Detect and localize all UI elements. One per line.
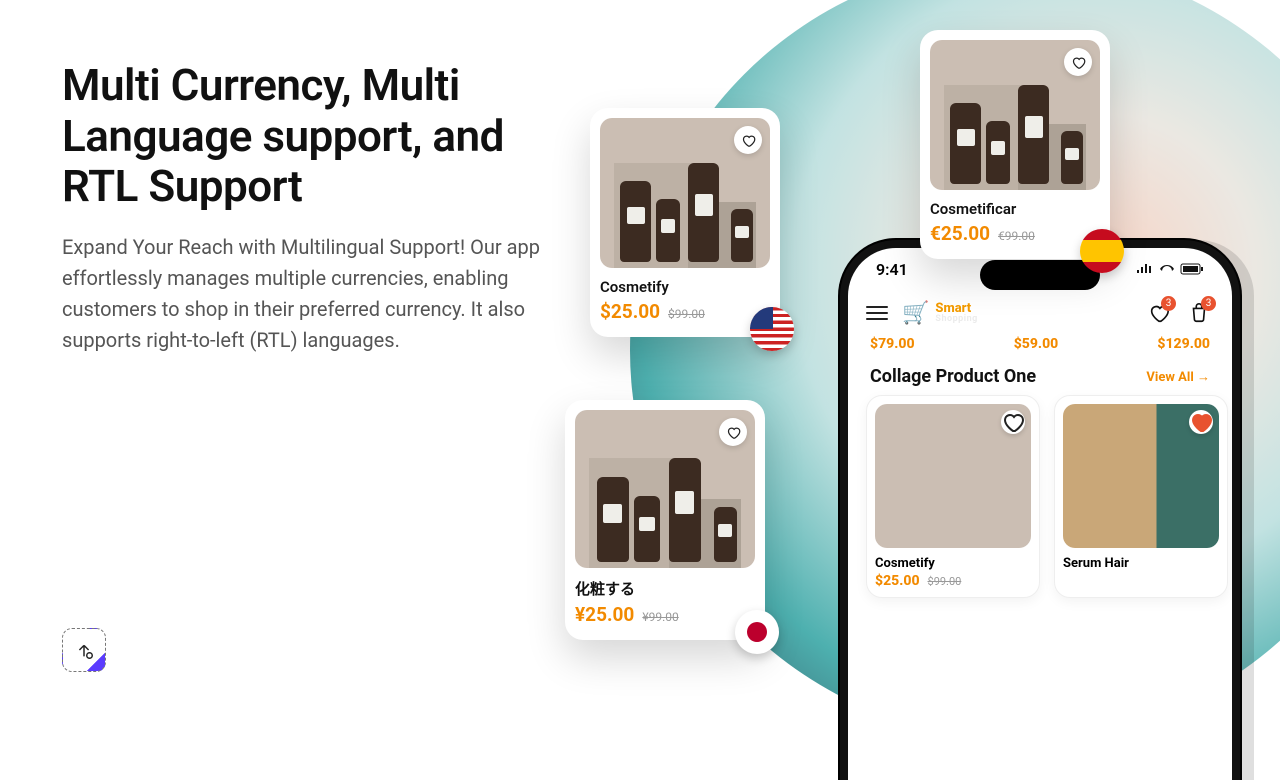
product-price: €25.00 [930, 222, 990, 245]
dynamic-island [980, 260, 1100, 290]
section-header: Collage Product One View All → [848, 352, 1232, 395]
wishlist-button[interactable]: 3 [1144, 298, 1174, 328]
product-carousel[interactable]: Cosmetify $25.00 $99.00 Serum Hair [848, 395, 1232, 598]
ticker-price: $59.00 [1014, 336, 1059, 352]
wishlist-icon[interactable] [719, 418, 747, 446]
wishlist-icon[interactable] [734, 126, 762, 154]
product-title: Cosmetify [875, 556, 1031, 571]
product-oldprice: ¥99.00 [642, 610, 678, 624]
app-logo-icon [62, 628, 106, 672]
wishlist-badge: 3 [1161, 296, 1176, 311]
wishlist-icon[interactable] [1001, 410, 1025, 434]
view-all-link[interactable]: View All → [1146, 369, 1210, 385]
status-time: 9:41 [876, 260, 908, 279]
product-card[interactable]: Cosmetify $25.00 $99.00 [866, 395, 1040, 598]
status-icons [1136, 260, 1204, 279]
flag-es-icon [1080, 229, 1124, 273]
app-header: 🛒 Smart Shopping 3 3 [848, 290, 1232, 332]
price-ticker-row: $79.00 $59.00 $129.00 [848, 332, 1232, 352]
brand-logo[interactable]: 🛒 Smart Shopping [902, 301, 978, 326]
product-card-jp[interactable]: 化粧する ¥25.00 ¥99.00 [565, 400, 765, 640]
cart-badge: 3 [1201, 296, 1216, 311]
wishlist-icon[interactable] [1064, 48, 1092, 76]
product-card-us[interactable]: Cosmetify $25.00 $99.00 [590, 108, 780, 337]
phone-mockup: 9:41 🛒 Smart Shopping 3 3 $79.00 $59.00 … [840, 240, 1240, 780]
product-price: $25.00 [875, 573, 920, 589]
product-oldprice: €99.00 [998, 229, 1035, 243]
hero-text-block: Multi Currency, Multi Language support, … [62, 60, 552, 356]
product-title: 化粧する [575, 578, 755, 599]
ticker-price: $129.00 [1157, 336, 1210, 352]
product-title: Cosmetify [600, 278, 770, 296]
ticker-price: $79.00 [870, 336, 915, 352]
flag-us-icon [750, 307, 794, 351]
product-card[interactable]: Serum Hair [1054, 395, 1228, 598]
product-card-es[interactable]: Cosmetificar €25.00 €99.00 [920, 30, 1110, 259]
product-image [875, 404, 1031, 548]
product-image [575, 410, 755, 568]
product-image [1063, 404, 1219, 548]
brand-line2: Shopping [935, 315, 977, 324]
product-title: Serum Hair [1063, 556, 1219, 571]
menu-button[interactable] [866, 306, 888, 321]
product-title: Cosmetificar [930, 200, 1100, 218]
product-oldprice: $99.00 [668, 307, 705, 321]
product-image [600, 118, 770, 268]
product-image [930, 40, 1100, 190]
product-price: ¥25.00 [575, 603, 634, 626]
cart-button[interactable]: 3 [1184, 298, 1214, 328]
section-title: Collage Product One [870, 366, 1036, 387]
product-price: $25.00 [600, 300, 660, 323]
product-oldprice: $99.00 [928, 575, 962, 588]
wishlist-icon-active[interactable] [1189, 410, 1213, 434]
hero-headline: Multi Currency, Multi Language support, … [62, 60, 552, 212]
hero-body: Expand Your Reach with Multilingual Supp… [62, 232, 552, 356]
cart-icon: 🛒 [902, 301, 929, 326]
